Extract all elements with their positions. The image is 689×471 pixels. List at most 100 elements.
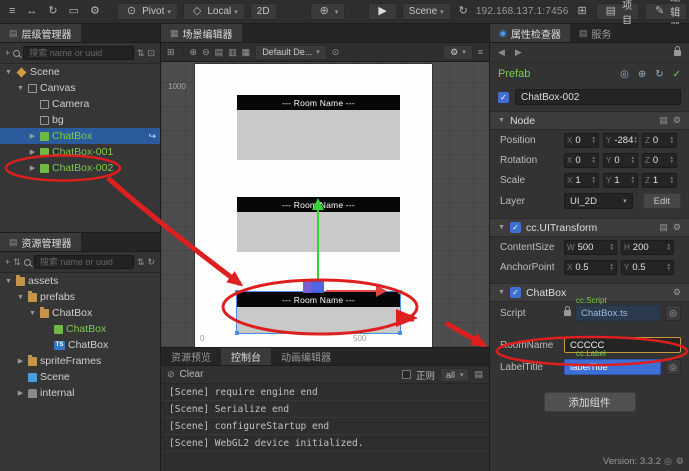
collapse-arrow-icon[interactable]: ▼ [498,289,505,296]
preview-target-dropdown[interactable]: Scene ▾ [401,3,451,20]
tree-arrow-icon[interactable]: ▶ [16,357,25,365]
locate-prefab-icon[interactable]: ◎ [620,69,629,80]
log-line[interactable]: [Scene] Serialize end [161,401,489,418]
chatbox-node-1[interactable]: --- Room Name --- [237,95,400,160]
zoom-out-icon[interactable]: ⊖ [202,47,210,57]
local-dropdown[interactable]: ◇ Local ▾ [182,3,245,20]
gizmo-plane-handle[interactable] [303,281,311,293]
zoom-in-icon[interactable]: ⊕ [190,47,198,57]
align-left-icon[interactable]: ▤ [215,47,224,57]
rect-tool-icon[interactable]: ▭ [66,5,82,18]
gear-icon[interactable]: ⚙ [673,287,681,298]
tab-animation-editor[interactable]: 动画编辑器 [271,348,341,365]
back-icon[interactable]: ◀ [498,47,505,58]
node-section-header[interactable]: ▼ Node ▤ ⚙ [490,111,689,130]
editor-button[interactable]: ✎ 编辑器 [645,0,688,34]
move-tool-icon[interactable]: ↔ [23,5,40,18]
feedback-icon[interactable]: ◎ [664,456,672,467]
asset-item-scene[interactable]: Scene [0,369,160,385]
gizmo-x-axis-arrowhead[interactable] [376,285,387,297]
tree-item-scene[interactable]: ▼ Scene [0,64,160,80]
collapse-arrow-icon[interactable]: ▼ [498,117,505,124]
select-label-icon[interactable]: ◎ [665,359,681,375]
mode-2d-button[interactable]: 2D [249,3,277,20]
asset-item-chatbox-folder[interactable]: ▼ ChatBox [0,305,160,321]
help-icon[interactable]: ▤ [659,115,668,126]
chatbox-node-3-selected[interactable]: --- Room Name --- [237,292,400,333]
notification-icon[interactable]: ⚙ [676,456,684,467]
tab-service[interactable]: ▤ 服务 [570,24,621,42]
lock-inspector-icon[interactable] [674,45,681,56]
tree-arrow-icon[interactable]: ▼ [16,85,25,92]
tab-assets[interactable]: ▤ 资源管理器 [0,233,81,251]
asset-item-chatbox-script[interactable]: TS ChatBox [0,337,160,353]
stepper-icon[interactable]: ▲ ▼ [670,135,674,144]
tab-hierarchy[interactable]: ▤ 层级管理器 [0,24,81,42]
gear-icon[interactable]: ⚙ [673,115,681,126]
stepper-icon[interactable]: ▲ ▼ [670,155,674,164]
tab-console[interactable]: 控制台 [221,348,271,365]
export-log-icon[interactable]: ▤ [474,370,483,379]
settings-sliders-icon[interactable]: ≡ [6,5,18,18]
tree-item-canvas[interactable]: ▼ Canvas [0,80,160,96]
console-log-list[interactable]: [Scene] require engine end [Scene] Seria… [161,384,489,452]
rotation-y-field[interactable]: Y 0 ▲ ▼ [603,152,638,168]
tree-item-bg[interactable]: bg [0,112,160,128]
tree-arrow-icon[interactable]: ▼ [4,69,13,76]
asset-item-chatbox-prefab[interactable]: ChatBox [0,321,160,337]
project-button[interactable]: ▤ 项目 [595,1,640,27]
anchorpoint-x-field[interactable]: X 0.5 ▲ ▼ [564,259,617,275]
gear-icon[interactable]: ⚙ [87,5,103,18]
clear-console-icon[interactable]: ⊘ [167,370,175,379]
reset-prefab-icon[interactable]: ↻ [655,69,663,80]
help-icon[interactable]: ▤ [659,222,668,233]
tree-item-chatbox-001[interactable]: ▶ ChatBox-001 [0,144,160,160]
forward-icon[interactable]: ▶ [515,47,522,58]
uitransform-section-header[interactable]: ▼ ✓ cc.UITransform ▤ ⚙ [490,218,689,237]
tree-arrow-icon[interactable]: ▶ [28,132,37,140]
stepper-icon[interactable]: ▲ ▼ [592,155,596,164]
rotation-x-field[interactable]: X 0 ▲ ▼ [564,152,599,168]
create-node-icon[interactable]: + [5,48,10,58]
tree-arrow-icon[interactable]: ▶ [28,148,37,156]
gizmo-preset-dropdown[interactable]: Default De... ▾ [255,44,327,60]
search-icon[interactable] [23,258,31,266]
stepper-icon[interactable]: ▲ ▼ [633,135,637,144]
asset-item-prefabs[interactable]: ▼ prefabs [0,289,160,305]
stepper-icon[interactable]: ▲ ▼ [592,175,596,184]
log-filter-select[interactable]: all ▾ [439,367,470,382]
scale-z-field[interactable]: Z 1 ▲ ▼ [642,172,677,188]
tree-arrow-icon[interactable]: ▼ [16,294,25,301]
stepper-icon[interactable]: ▲ ▼ [670,175,674,184]
align-right-icon[interactable]: ▦ [242,47,251,57]
position-y-field[interactable]: Y -284 ▲ ▼ [603,132,638,148]
refresh-icon[interactable]: ↻ [456,5,471,18]
panel-menu-icon[interactable]: ⊡ [147,48,155,58]
expand-all-icon[interactable]: ⇅ [137,48,145,58]
add-component-button[interactable]: 添加组件 [543,392,636,412]
node-name-input[interactable] [515,89,681,105]
apply-prefab-icon[interactable]: ✓ [673,69,681,80]
scale-x-field[interactable]: X 1 ▲ ▼ [564,172,599,188]
rotate-tool-icon[interactable]: ↻ [45,5,60,18]
platform-dropdown[interactable]: ⊕ ▾ [309,3,346,20]
position-x-field[interactable]: X 0 ▲ ▼ [564,132,599,148]
rotation-z-field[interactable]: Z 0 ▲ ▼ [642,152,677,168]
regex-checkbox[interactable] [401,370,411,379]
align-center-icon[interactable]: ▥ [228,47,237,57]
position-z-field[interactable]: Z 0 ▲ ▼ [642,132,677,148]
contentsize-h-field[interactable]: H 200 ▲ ▼ [621,239,674,255]
layer-select[interactable]: UI_2D ▾ [564,193,633,209]
asset-item-assets[interactable]: ▼ assets [0,273,160,289]
stepper-icon[interactable]: ▲ ▼ [667,242,671,251]
gizmo-y-axis-arrowhead[interactable] [312,198,324,210]
tab-asset-preview[interactable]: 资源预览 [161,348,221,365]
gizmo-plane-handle[interactable] [311,280,324,293]
node-active-checkbox[interactable]: ✓ [498,91,509,103]
refresh-assets-icon[interactable]: ↻ [147,257,155,267]
tab-scene-editor[interactable]: ▦ 场景编辑器 [161,24,242,42]
edit-layer-button[interactable]: Edit [642,193,681,209]
assets-search-input[interactable] [33,255,134,269]
tree-arrow-icon[interactable]: ▶ [28,164,37,172]
tree-item-camera[interactable]: Camera [0,96,160,112]
